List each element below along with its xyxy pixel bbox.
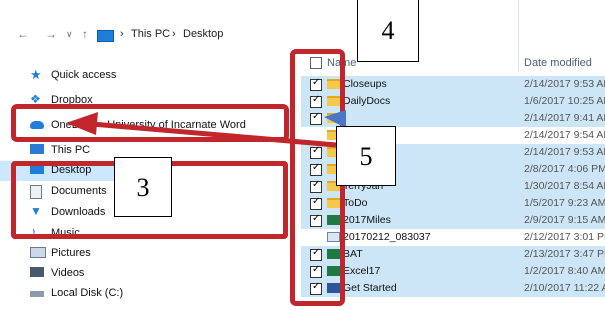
arrow-shaft	[91, 121, 337, 148]
annotation-number-4: 4	[357, 0, 419, 62]
annotation-arrow	[66, 110, 346, 148]
arrow-head-icon	[66, 112, 98, 135]
annotation-number-5: 5	[336, 126, 396, 186]
annotation-number-3: 3	[114, 157, 172, 217]
